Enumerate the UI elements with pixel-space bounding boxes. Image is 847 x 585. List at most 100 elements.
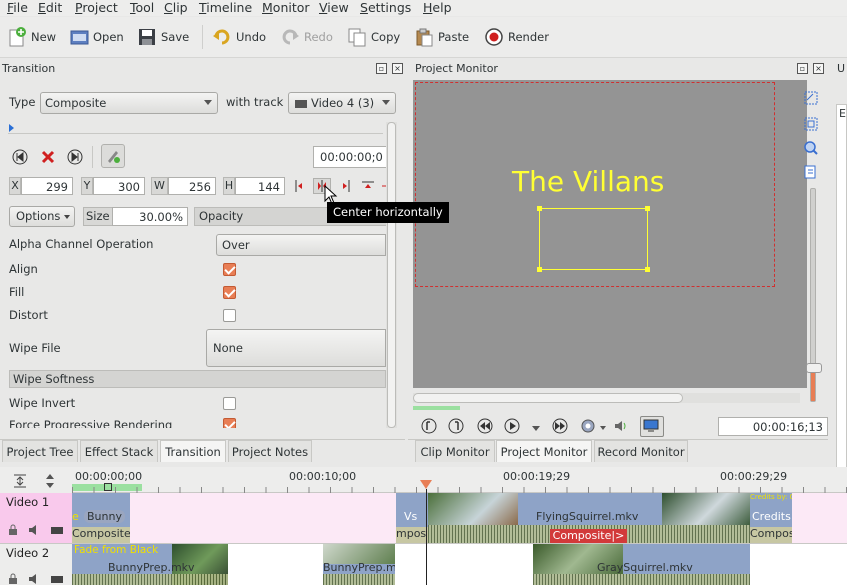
zoom-slider-handle[interactable] bbox=[806, 363, 822, 373]
resize-handle[interactable] bbox=[645, 206, 650, 211]
tab-project-tree[interactable]: Project Tree bbox=[2, 440, 78, 462]
x-field[interactable]: 299 bbox=[21, 177, 73, 195]
collapse-tracks-icon[interactable] bbox=[43, 473, 57, 489]
render-button[interactable]: Render bbox=[484, 25, 549, 49]
clip-bunnyprep[interactable]: Fade from Black BunnyPrep.mkv bbox=[72, 544, 228, 585]
forward-icon[interactable] bbox=[552, 418, 568, 434]
menu-timeline[interactable]: Timeline bbox=[199, 0, 252, 15]
track-header-video2[interactable]: Video 2 bbox=[0, 544, 72, 585]
tab-effect-stack[interactable]: Effect Stack bbox=[80, 440, 158, 462]
monitor-hscroll[interactable] bbox=[413, 393, 800, 403]
float-panel-icon[interactable]: ▫ bbox=[376, 63, 387, 74]
copy-button[interactable]: Copy bbox=[347, 25, 400, 49]
play-icon[interactable] bbox=[504, 418, 520, 434]
monitor-screen[interactable]: The Villans bbox=[413, 80, 807, 388]
align-left-icon[interactable] bbox=[294, 179, 304, 193]
save-button[interactable]: Save bbox=[137, 25, 189, 49]
align-checkbox[interactable] bbox=[223, 263, 236, 276]
menu-clip[interactable]: Clip bbox=[164, 0, 188, 15]
keyframe-sync-button[interactable] bbox=[101, 144, 125, 168]
menu-help[interactable]: Help bbox=[423, 0, 452, 15]
new-button[interactable]: New bbox=[7, 25, 56, 49]
tab-record-monitor[interactable]: Record Monitor bbox=[594, 440, 688, 462]
clip-flying-squirrel[interactable]: FlyingSquirrel.mkv Composite|> bbox=[428, 493, 750, 543]
y-field[interactable]: 300 bbox=[93, 177, 145, 195]
volume-icon[interactable] bbox=[613, 418, 629, 434]
align-right-icon[interactable] bbox=[341, 179, 351, 193]
menu-settings[interactable]: Settings bbox=[360, 0, 411, 15]
transition-strip[interactable]: Composite bbox=[72, 527, 130, 543]
options-button[interactable]: Options bbox=[9, 206, 75, 227]
audio-mute-icon[interactable] bbox=[28, 524, 40, 536]
video-hide-icon[interactable] bbox=[50, 573, 64, 585]
with-track-select[interactable]: Video 4 (3) bbox=[288, 92, 396, 114]
zone-start-icon[interactable] bbox=[421, 418, 437, 434]
menu-file[interactable]: File bbox=[7, 0, 28, 15]
size-field[interactable]: 30.00% bbox=[112, 207, 188, 226]
settings-gear-icon[interactable] bbox=[580, 418, 598, 434]
rewind-icon[interactable] bbox=[477, 418, 493, 434]
fullscreen-button[interactable] bbox=[640, 416, 664, 437]
zoom-slider[interactable] bbox=[806, 188, 822, 402]
chevron-down-icon[interactable] bbox=[600, 426, 606, 430]
open-button[interactable]: Open bbox=[69, 25, 124, 49]
transition-strip[interactable]: Compositi bbox=[750, 527, 792, 543]
previous-keyframe-icon[interactable] bbox=[12, 149, 28, 165]
delete-keyframe-icon[interactable] bbox=[40, 149, 56, 165]
h-field[interactable]: 144 bbox=[235, 177, 285, 195]
undo-button[interactable]: Undo bbox=[212, 25, 266, 49]
lock-icon[interactable] bbox=[7, 573, 19, 585]
track-header-video1[interactable]: Video 1 bbox=[0, 493, 72, 544]
chevron-down-icon[interactable] bbox=[532, 426, 540, 431]
menu-monitor[interactable]: Monitor bbox=[262, 0, 310, 15]
wipe-file-select[interactable]: None bbox=[206, 329, 386, 367]
wipe-softness-slider[interactable]: Wipe Softness bbox=[9, 370, 386, 388]
scrollbar-thumb[interactable] bbox=[413, 393, 683, 403]
next-keyframe-icon[interactable] bbox=[67, 149, 83, 165]
distort-checkbox[interactable] bbox=[223, 309, 236, 322]
tab-transition[interactable]: Transition bbox=[160, 440, 226, 462]
alpha-channel-select[interactable]: Over bbox=[216, 234, 386, 256]
clip-bunnyprep-2[interactable]: BunnyPrep.mkv bbox=[323, 544, 395, 585]
align-top-icon[interactable] bbox=[361, 179, 375, 193]
clip-credits[interactable]: Credits by: Crea Credits Compositi bbox=[750, 493, 792, 543]
tab-project-monitor[interactable]: Project Monitor bbox=[496, 440, 592, 462]
tab-project-notes[interactable]: Project Notes bbox=[228, 440, 312, 462]
transition-composite[interactable]: Composite|> bbox=[550, 529, 627, 543]
video-hide-icon[interactable] bbox=[50, 524, 64, 536]
playhead-line[interactable] bbox=[426, 489, 427, 585]
tab-clip-monitor[interactable]: Clip Monitor bbox=[415, 440, 495, 462]
lock-icon[interactable] bbox=[7, 524, 19, 536]
clip-vs[interactable]: Vs mpos bbox=[396, 493, 428, 543]
keyframe-ruler[interactable] bbox=[8, 123, 383, 134]
clip-gray-squirrel[interactable]: GraySquirrel.mkv bbox=[533, 544, 750, 585]
audio-mute-icon[interactable] bbox=[28, 573, 40, 585]
paste-button[interactable]: Paste bbox=[414, 25, 469, 49]
clip-bunny[interactable]: e Bunny Composite bbox=[72, 493, 130, 543]
zoom-icon[interactable] bbox=[803, 140, 819, 156]
scrollbar-thumb[interactable] bbox=[387, 122, 396, 428]
w-field[interactable]: 256 bbox=[168, 177, 216, 195]
type-select[interactable]: Composite bbox=[40, 92, 218, 114]
select-tool-icon[interactable] bbox=[803, 90, 819, 106]
panel-scrollbar[interactable] bbox=[386, 122, 397, 428]
crop-tool-icon[interactable] bbox=[803, 116, 819, 132]
right-panel-list[interactable]: E bbox=[836, 104, 847, 490]
resize-handle[interactable] bbox=[537, 267, 542, 272]
zone-end-icon[interactable] bbox=[448, 418, 464, 434]
float-panel-icon[interactable]: ▫ bbox=[797, 63, 808, 74]
redo-button[interactable]: Redo bbox=[280, 25, 333, 49]
menu-edit[interactable]: Edit bbox=[38, 0, 62, 15]
menu-tool[interactable]: Tool bbox=[130, 0, 154, 15]
close-panel-icon[interactable]: × bbox=[392, 63, 403, 74]
menu-view[interactable]: View bbox=[319, 0, 349, 15]
menu-project[interactable]: Project bbox=[75, 0, 118, 15]
timecode-field[interactable]: 00:00:00;0 bbox=[313, 146, 389, 168]
close-panel-icon[interactable]: × bbox=[813, 63, 824, 74]
wipe-invert-checkbox[interactable] bbox=[223, 397, 236, 410]
monitor-timecode-field[interactable]: 00:00:16;13 bbox=[718, 417, 828, 436]
resize-handle[interactable] bbox=[645, 267, 650, 272]
zoom-fit-icon[interactable] bbox=[12, 473, 28, 489]
composite-geometry-box[interactable] bbox=[537, 206, 650, 272]
force-progressive-checkbox[interactable] bbox=[223, 418, 236, 428]
